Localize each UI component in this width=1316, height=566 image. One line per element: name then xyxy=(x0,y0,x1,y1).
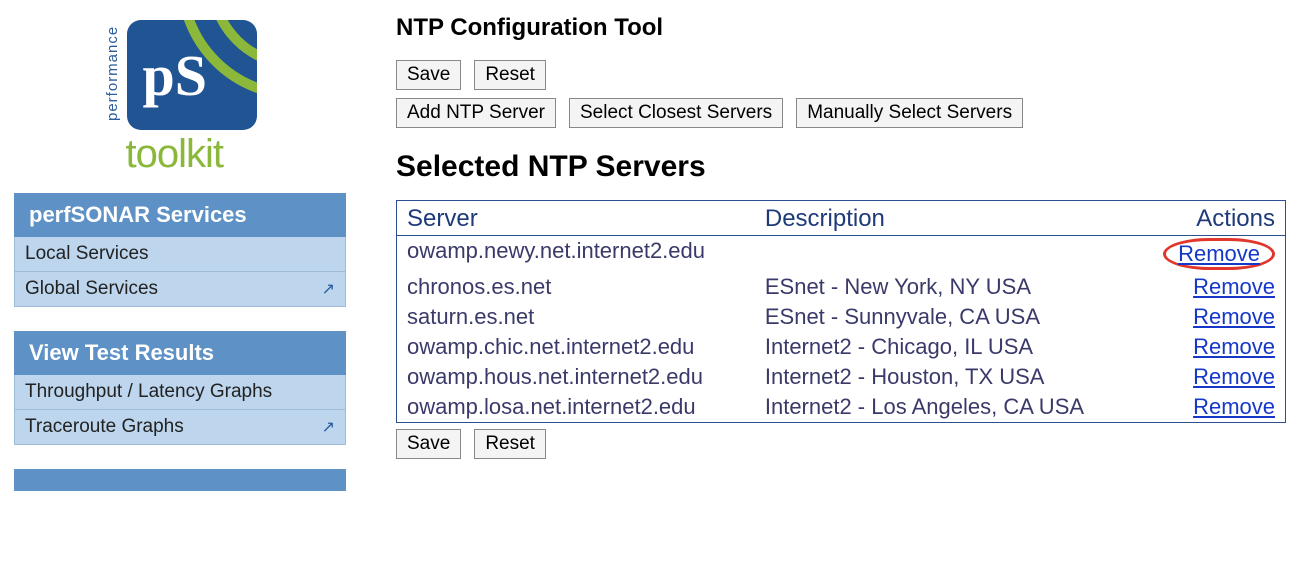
nav-header-truncated xyxy=(14,469,346,491)
select-closest-servers-button[interactable]: Select Closest Servers xyxy=(569,98,783,128)
reset-button-bottom[interactable]: Reset xyxy=(474,429,546,459)
logo-ps-text: pS xyxy=(143,42,208,109)
remove-link[interactable]: Remove xyxy=(1193,394,1275,419)
reset-button[interactable]: Reset xyxy=(474,60,546,90)
table-row: saturn.es.netESnet - Sunnyvale, CA USA Re… xyxy=(397,302,1286,332)
table-row: chronos.es.netESnet - New York, NY USA Re… xyxy=(397,272,1286,302)
sidebar-item-label: Traceroute Graphs xyxy=(25,416,184,438)
save-button-bottom[interactable]: Save xyxy=(396,429,461,459)
nav-header: View Test Results xyxy=(14,331,346,375)
table-row: owamp.chic.net.internet2.eduInternet2 - … xyxy=(397,332,1286,362)
server-cell: owamp.losa.net.internet2.edu xyxy=(397,392,755,423)
action-cell: Remove xyxy=(1136,272,1285,302)
logo: performance pS toolkit xyxy=(0,10,360,193)
ntp-servers-table: Server Description Actions owamp.newy.ne… xyxy=(396,200,1286,423)
description-cell: Internet2 - Chicago, IL USA xyxy=(755,332,1137,362)
nav-section: perfSONAR Services Local Services Global S… xyxy=(14,193,346,307)
add-ntp-server-button[interactable]: Add NTP Server xyxy=(396,98,556,128)
sidebar-item[interactable]: Traceroute Graphs ↗ xyxy=(14,410,346,445)
highlight-circle: Remove xyxy=(1163,238,1275,270)
button-row-bottom: Save Reset xyxy=(396,429,1286,459)
main-content: NTP Configuration Tool Save Reset Add NT… xyxy=(360,0,1316,487)
action-cell: Remove xyxy=(1136,302,1285,332)
remove-link[interactable]: Remove xyxy=(1178,241,1260,266)
sidebar-item[interactable]: Global Services ↗ xyxy=(14,272,346,307)
page-title: NTP Configuration Tool xyxy=(396,14,1286,42)
server-cell: owamp.newy.net.internet2.edu xyxy=(397,236,755,273)
action-cell: Remove xyxy=(1136,236,1285,273)
nav-header: perfSONAR Services xyxy=(14,193,346,237)
button-row-top-2: Add NTP Server Select Closest Servers Ma… xyxy=(396,98,1286,128)
save-button[interactable]: Save xyxy=(396,60,461,90)
table-row: owamp.newy.net.internet2.edu Remove xyxy=(397,236,1286,273)
description-cell: ESnet - New York, NY USA xyxy=(755,272,1137,302)
col-header-description: Description xyxy=(755,201,1137,236)
remove-link[interactable]: Remove xyxy=(1193,304,1275,329)
col-header-server: Server xyxy=(397,201,755,236)
action-cell: Remove xyxy=(1136,332,1285,362)
description-cell: ESnet - Sunnyvale, CA USA xyxy=(755,302,1137,332)
action-cell: Remove xyxy=(1136,362,1285,392)
description-cell: Internet2 - Houston, TX USA xyxy=(755,362,1137,392)
description-cell xyxy=(755,236,1137,273)
table-row: owamp.losa.net.internet2.eduInternet2 - … xyxy=(397,392,1286,423)
sidebar: performance pS toolkit perfSONAR Service… xyxy=(0,0,360,491)
sidebar-item-label: Throughput / Latency Graphs xyxy=(25,381,272,403)
remove-link[interactable]: Remove xyxy=(1193,364,1275,389)
server-cell: owamp.hous.net.internet2.edu xyxy=(397,362,755,392)
remove-link[interactable]: Remove xyxy=(1193,334,1275,359)
remove-link[interactable]: Remove xyxy=(1193,274,1275,299)
logo-square: pS xyxy=(127,20,257,130)
action-cell: Remove xyxy=(1136,392,1285,423)
col-header-actions: Actions xyxy=(1136,201,1285,236)
selected-servers-heading: Selected NTP Servers xyxy=(396,150,1286,184)
manually-select-servers-button[interactable]: Manually Select Servers xyxy=(796,98,1023,128)
button-row-top-1: Save Reset xyxy=(396,60,1286,90)
sidebar-item[interactable]: Throughput / Latency Graphs xyxy=(14,375,346,410)
logo-performance-text: performance xyxy=(104,20,121,130)
sidebar-item-label: Global Services xyxy=(25,278,158,300)
sidebar-item[interactable]: Local Services xyxy=(14,237,346,272)
table-row: owamp.hous.net.internet2.eduInternet2 - … xyxy=(397,362,1286,392)
server-cell: chronos.es.net xyxy=(397,272,755,302)
logo-toolkit-text: toolkit xyxy=(126,132,224,177)
description-cell: Internet2 - Los Angeles, CA USA xyxy=(755,392,1137,423)
external-link-icon: ↗ xyxy=(322,417,335,437)
external-link-icon: ↗ xyxy=(322,279,335,299)
nav-section: View Test Results Throughput / Latency Gr… xyxy=(14,331,346,445)
server-cell: owamp.chic.net.internet2.edu xyxy=(397,332,755,362)
sidebar-item-label: Local Services xyxy=(25,243,149,265)
server-cell: saturn.es.net xyxy=(397,302,755,332)
